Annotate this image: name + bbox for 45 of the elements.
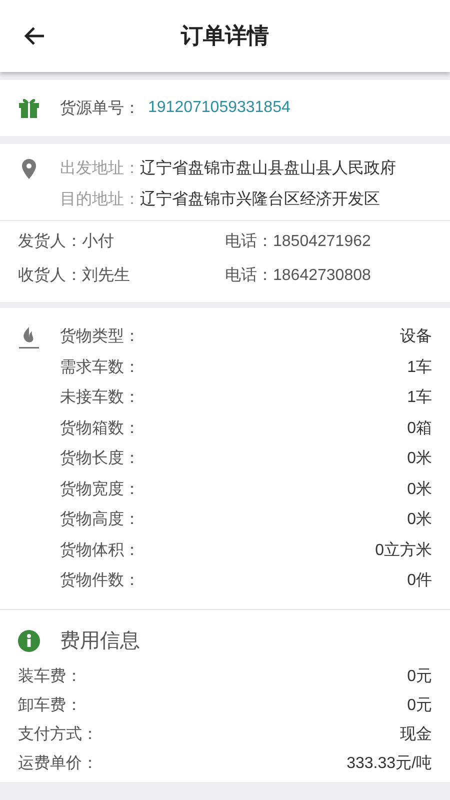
contact-label: 发货人： — [18, 233, 82, 250]
phone-label: 电话： — [225, 267, 273, 284]
fee-label: 支付方式： — [18, 724, 98, 744]
phone-number: 18504271962 — [273, 233, 371, 250]
fee-value: 0元 — [407, 696, 432, 716]
phone-label: 电话： — [225, 233, 273, 250]
field-value: 0米 — [407, 480, 432, 500]
field-value: 0米 — [407, 448, 432, 469]
address-label: 出发地址： — [60, 160, 140, 177]
fee-value: 0元 — [407, 666, 432, 686]
info-icon — [18, 630, 40, 652]
contact-label: 收货人： — [18, 267, 82, 284]
page-title: 订单详情 — [180, 22, 270, 50]
fee-label: 运费单价： — [18, 754, 98, 774]
field-label: 需求车数： — [60, 358, 140, 378]
field-label: 货物箱数： — [60, 418, 140, 438]
fee-label: 卸车费： — [18, 696, 82, 716]
field-label: 货物宽度： — [60, 480, 140, 500]
field-label: 货物体积： — [60, 540, 140, 560]
contact-name: 刘先生 — [82, 267, 130, 284]
flame-icon — [18, 326, 40, 350]
field-label: 货物件数： — [60, 571, 140, 591]
field-value: 0米 — [407, 510, 432, 530]
fee-label: 装车费： — [18, 666, 82, 686]
field-value: 0箱 — [407, 418, 432, 438]
field-label: 货物高度： — [60, 510, 140, 530]
field-label: 货物类型： — [60, 326, 140, 347]
section-title: 费用信息 — [60, 629, 140, 654]
field-value: 1车 — [407, 388, 432, 408]
field-value: 0立方米 — [375, 540, 432, 560]
address-label: 目的地址： — [60, 191, 140, 208]
gift-icon — [18, 98, 40, 118]
field-value: 1车 — [407, 358, 432, 378]
phone-number: 18642730808 — [273, 267, 371, 284]
field-value: 设备 — [400, 327, 432, 347]
order-number: 1912071059331854 — [148, 99, 290, 117]
order-number-label: 货源单号： — [60, 98, 140, 118]
fee-value: 现金 — [400, 724, 432, 744]
field-label: 未接车数： — [60, 388, 140, 408]
address-value: 辽宁省盘锦市兴隆台区经济开发区 — [140, 191, 380, 208]
field-value: 0件 — [407, 571, 432, 591]
contact-name: 小付 — [82, 233, 114, 250]
address-value: 辽宁省盘锦市盘山县盘山县人民政府 — [140, 160, 396, 177]
fee-value: 333.33元/吨 — [346, 754, 432, 774]
field-label: 货物长度： — [60, 448, 140, 469]
